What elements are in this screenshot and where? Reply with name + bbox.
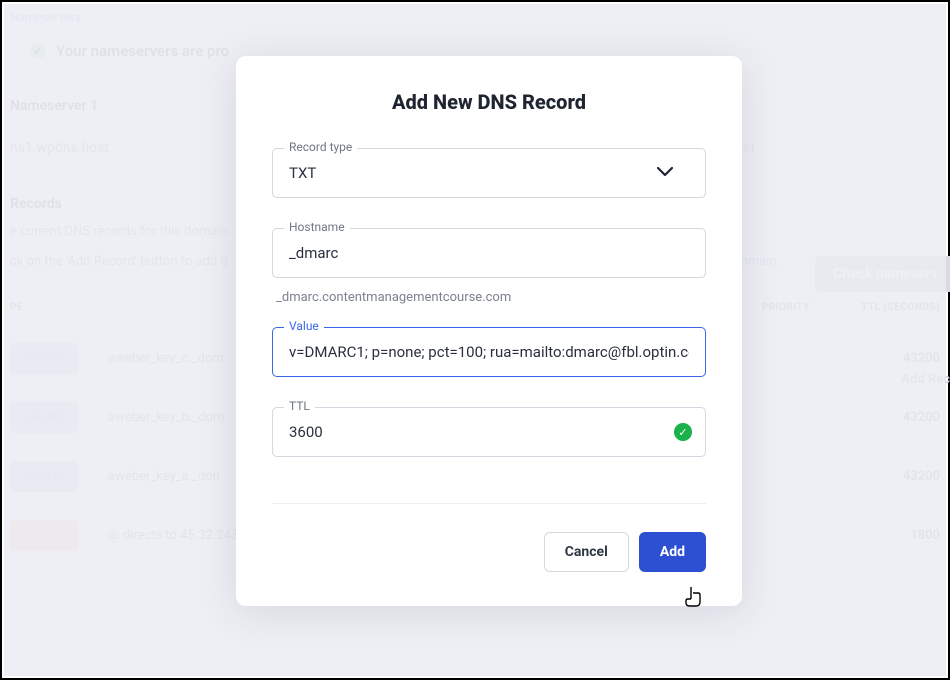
valid-check-icon: ✓ xyxy=(674,423,692,441)
add-dns-record-dialog: Add New DNS Record Record type TXT Hostn… xyxy=(236,56,742,606)
hostname-hint: _dmarc.contentmanagementcourse.com xyxy=(276,290,706,305)
ttl-input[interactable] xyxy=(272,407,706,457)
dialog-actions: Cancel Add xyxy=(272,503,706,572)
cursor-icon xyxy=(684,585,704,612)
ttl-field: TTL ✓ xyxy=(272,407,706,457)
hostname-field: Hostname xyxy=(272,228,706,278)
record-type-value: TXT xyxy=(289,164,316,182)
hostname-label: Hostname xyxy=(284,220,350,234)
dialog-title: Add New DNS Record xyxy=(272,90,706,114)
value-field: Value xyxy=(272,327,706,377)
cancel-button[interactable]: Cancel xyxy=(544,532,629,572)
record-type-select[interactable]: TXT xyxy=(272,148,706,198)
add-button[interactable]: Add xyxy=(639,532,706,572)
record-type-field: Record type TXT xyxy=(272,148,706,198)
record-type-label: Record type xyxy=(284,140,357,154)
value-input[interactable] xyxy=(272,327,706,377)
chevron-down-icon xyxy=(657,165,673,181)
ttl-label: TTL xyxy=(284,399,315,413)
hostname-input[interactable] xyxy=(272,228,706,278)
value-label: Value xyxy=(284,319,324,333)
